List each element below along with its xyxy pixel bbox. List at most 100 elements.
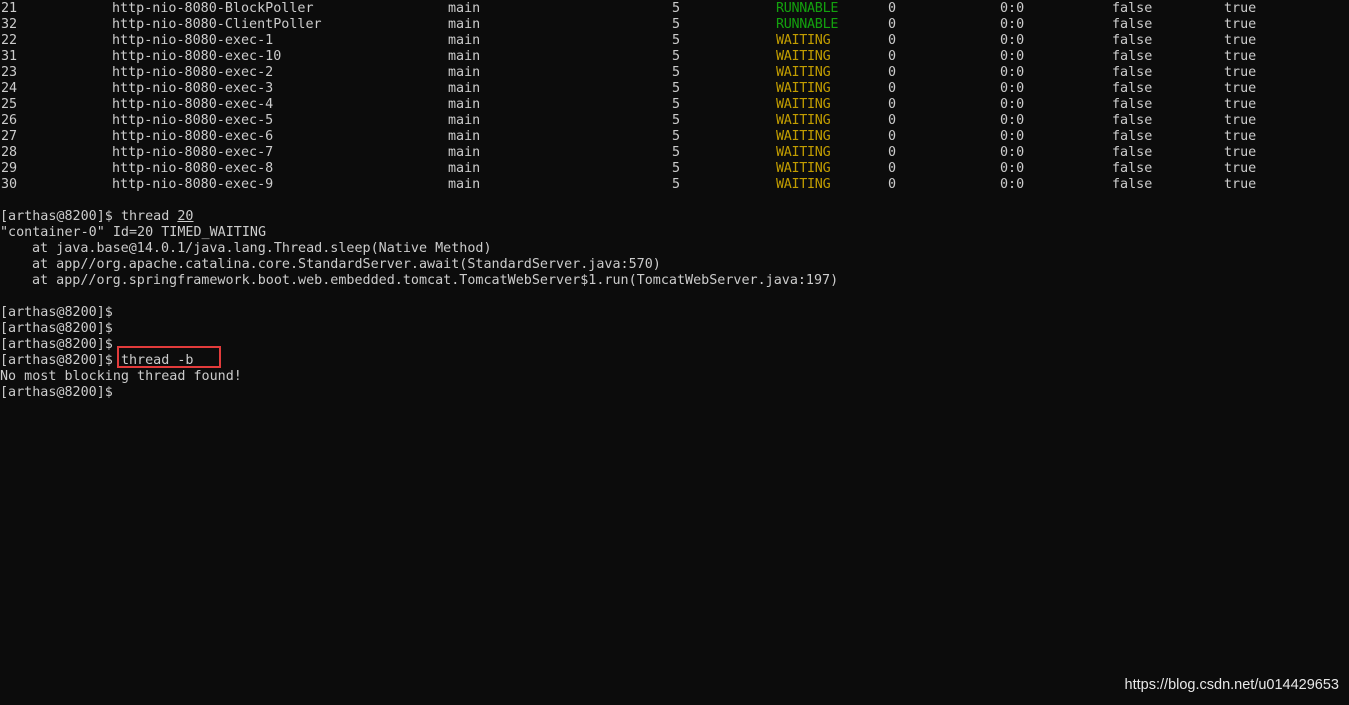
thread-state: RUNNABLE — [776, 1, 839, 16]
thread-daemon: true — [1224, 65, 1257, 80]
thread-name: http-nio-8080-exec-6 — [112, 129, 274, 144]
shell-prompt: [arthas@8200]$ — [0, 305, 113, 320]
thread-group: main — [448, 49, 481, 64]
thread-state: WAITING — [776, 145, 831, 160]
shell-prompt: [arthas@8200]$ — [0, 385, 113, 400]
thread-priority: 5 — [672, 113, 681, 128]
thread-time: 0:0 — [1000, 1, 1025, 16]
stack-frame: at app//org.apache.catalina.core.Standar… — [32, 257, 661, 272]
thread-priority: 5 — [672, 177, 681, 192]
thread-daemon: true — [1224, 17, 1257, 32]
thread-interrupted: false — [1112, 113, 1153, 128]
thread-priority: 5 — [672, 17, 681, 32]
thread-group: main — [448, 17, 481, 32]
thread-table: 21 http-nio-8080-BlockPoller main 5 RUNN… — [0, 1, 1349, 193]
thread-time: 0:0 — [1000, 81, 1025, 96]
thread-cpu: 0 — [888, 1, 897, 16]
thread-state: WAITING — [776, 49, 831, 64]
highlight-annotation-box — [117, 346, 221, 368]
thread-group: main — [448, 81, 481, 96]
thread-cpu: 0 — [888, 17, 897, 32]
thread-group: main — [448, 33, 481, 48]
thread-name: http-nio-8080-exec-1 — [112, 33, 274, 48]
stack-frame: at java.base@14.0.1/java.lang.Thread.sle… — [32, 241, 492, 256]
thread-group: main — [448, 129, 481, 144]
thread-time: 0:0 — [1000, 17, 1025, 32]
thread-priority: 5 — [672, 49, 681, 64]
thread-cpu: 0 — [888, 161, 897, 176]
thread-name: http-nio-8080-exec-8 — [112, 161, 274, 176]
thread-interrupted: false — [1112, 17, 1153, 32]
thread-state: WAITING — [776, 113, 831, 128]
terminal-window[interactable]: 21 http-nio-8080-BlockPoller main 5 RUNN… — [0, 0, 1349, 705]
thread-time: 0:0 — [1000, 33, 1025, 48]
thread-priority: 5 — [672, 81, 681, 96]
thread-cpu: 0 — [888, 49, 897, 64]
thread-daemon: true — [1224, 129, 1257, 144]
thread-name: http-nio-8080-exec-7 — [112, 145, 274, 160]
thread-name: http-nio-8080-ClientPoller — [112, 17, 322, 32]
thread-id: 29 — [1, 161, 18, 176]
thread-cpu: 0 — [888, 113, 897, 128]
shell-prompt: [arthas@8200]$ — [0, 209, 113, 224]
table-row: 31 http-nio-8080-exec-10 main 5 WAITING … — [0, 49, 1349, 65]
thread-state: WAITING — [776, 65, 831, 80]
thread-name: http-nio-8080-exec-10 — [112, 49, 282, 64]
thread-time: 0:0 — [1000, 129, 1025, 144]
thread-id: 25 — [1, 97, 18, 112]
watermark-text: https://blog.csdn.net/u014429653 — [1124, 677, 1339, 693]
thread-daemon: true — [1224, 113, 1257, 128]
thread-priority: 5 — [672, 161, 681, 176]
thread-name: http-nio-8080-exec-9 — [112, 177, 274, 192]
thread-id: 21 — [1, 1, 18, 16]
command-result: No most blocking thread found! — [0, 369, 242, 384]
thread-daemon: true — [1224, 161, 1257, 176]
shell-prompt: [arthas@8200]$ — [0, 337, 113, 352]
command-arg: 20 — [177, 209, 194, 224]
thread-state: WAITING — [776, 33, 831, 48]
thread-state: WAITING — [776, 97, 831, 112]
thread-daemon: true — [1224, 97, 1257, 112]
thread-id: 27 — [1, 129, 18, 144]
thread-interrupted: false — [1112, 161, 1153, 176]
thread-id: 31 — [1, 49, 18, 64]
table-row: 24 http-nio-8080-exec-3 main 5 WAITING 0… — [0, 81, 1349, 97]
thread-interrupted: false — [1112, 97, 1153, 112]
thread-group: main — [448, 177, 481, 192]
thread-state: WAITING — [776, 81, 831, 96]
table-row: 23 http-nio-8080-exec-2 main 5 WAITING 0… — [0, 65, 1349, 81]
thread-time: 0:0 — [1000, 97, 1025, 112]
thread-group: main — [448, 65, 481, 80]
thread-state: WAITING — [776, 177, 831, 192]
table-row: 30 http-nio-8080-exec-9 main 5 WAITING 0… — [0, 177, 1349, 193]
thread-id: 24 — [1, 81, 18, 96]
thread-id: 23 — [1, 65, 18, 80]
table-row: 28 http-nio-8080-exec-7 main 5 WAITING 0… — [0, 145, 1349, 161]
thread-time: 0:0 — [1000, 177, 1025, 192]
table-row: 21 http-nio-8080-BlockPoller main 5 RUNN… — [0, 1, 1349, 17]
thread-priority: 5 — [672, 145, 681, 160]
thread-daemon: true — [1224, 81, 1257, 96]
thread-cpu: 0 — [888, 65, 897, 80]
thread-id: 26 — [1, 113, 18, 128]
active-prompt-line[interactable]: [arthas@8200]$ — [0, 385, 1349, 401]
thread-priority: 5 — [672, 33, 681, 48]
thread-cpu: 0 — [888, 33, 897, 48]
shell-prompt: [arthas@8200]$ — [0, 321, 113, 336]
thread-time: 0:0 — [1000, 49, 1025, 64]
thread-name: http-nio-8080-exec-4 — [112, 97, 274, 112]
thread-interrupted: false — [1112, 177, 1153, 192]
prompt-line: [arthas@8200]$ — [0, 305, 1349, 321]
table-row: 22 http-nio-8080-exec-1 main 5 WAITING 0… — [0, 33, 1349, 49]
table-row: 26 http-nio-8080-exec-5 main 5 WAITING 0… — [0, 113, 1349, 129]
command-text: thread — [120, 209, 178, 224]
thread-interrupted: false — [1112, 81, 1153, 96]
thread-time: 0:0 — [1000, 113, 1025, 128]
thread-name: http-nio-8080-exec-3 — [112, 81, 274, 96]
thread-id: 28 — [1, 145, 18, 160]
thread-group: main — [448, 97, 481, 112]
thread-state: RUNNABLE — [776, 17, 839, 32]
shell-prompt: [arthas@8200]$ — [0, 353, 113, 368]
thread-daemon: true — [1224, 177, 1257, 192]
